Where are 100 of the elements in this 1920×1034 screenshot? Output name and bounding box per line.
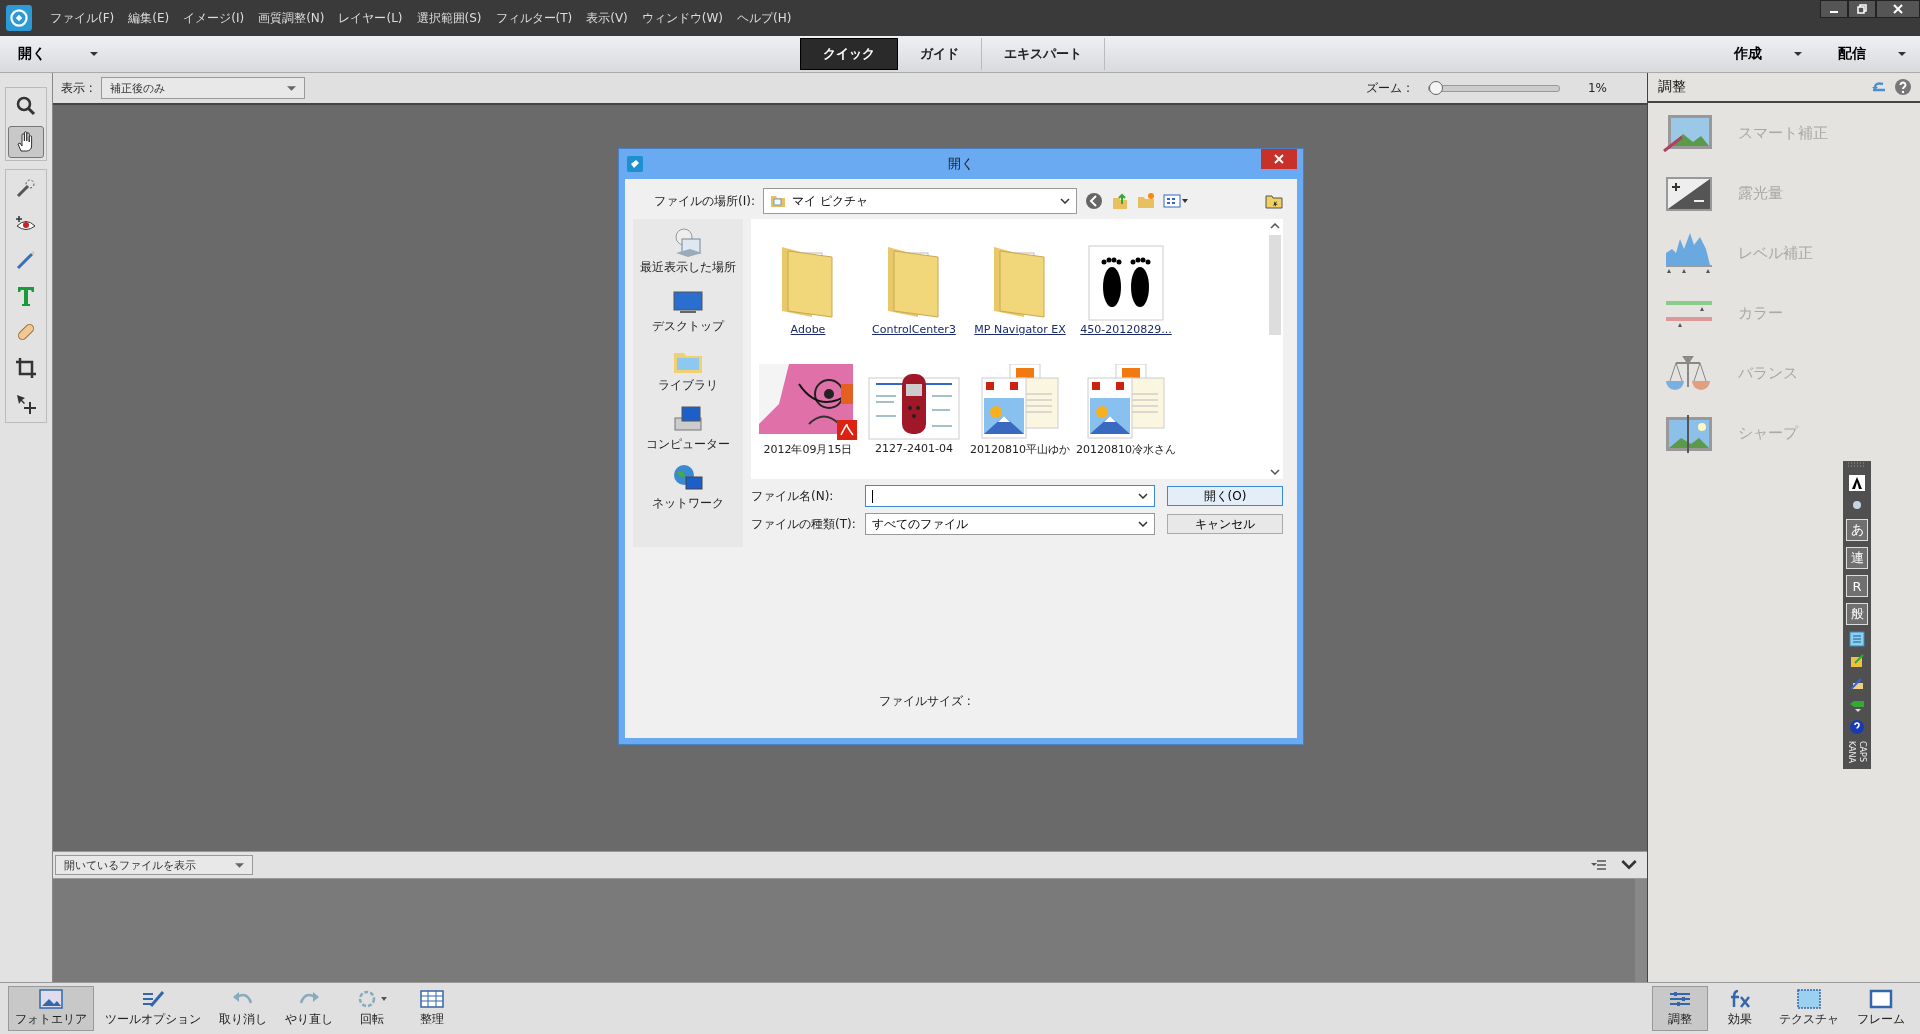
chevron-up-icon[interactable]: [1270, 223, 1280, 229]
menu-item[interactable]: イメージ(I): [183, 9, 245, 27]
file-item[interactable]: 20120810冷水さん: [1073, 344, 1179, 457]
adjustment-label: バランス: [1738, 363, 1798, 383]
effects-button[interactable]: 効果: [1712, 986, 1768, 1031]
file-name: 2127-2401-04: [875, 442, 953, 455]
adjustment-label: スマート補正: [1738, 123, 1828, 143]
wand-icon: [14, 176, 38, 200]
zoom-value: 1%: [1587, 81, 1607, 95]
mode-tab[interactable]: エキスパート: [982, 38, 1105, 70]
place-item[interactable]: コンピューター: [646, 404, 730, 453]
open-button[interactable]: 開く(O): [1167, 486, 1283, 506]
up-folder-icon[interactable]: [1111, 192, 1129, 210]
help-icon[interactable]: [1894, 78, 1912, 96]
crop-icon: [14, 356, 38, 380]
cancel-button[interactable]: キャンセル: [1167, 514, 1283, 534]
place-item[interactable]: 最近表示した場所: [640, 227, 736, 276]
redo-button[interactable]: やり直し: [278, 986, 340, 1031]
chevron-down-icon: [1060, 198, 1070, 204]
filetype-label: ファイルの種類(T):: [751, 515, 857, 533]
sliders-icon: [1667, 989, 1693, 1009]
chevron-down-icon[interactable]: [1270, 469, 1280, 475]
caret-icon[interactable]: [1794, 52, 1802, 56]
note-edit-icon[interactable]: [1849, 653, 1865, 669]
recent-places-icon: [672, 227, 704, 259]
place-item[interactable]: ライブラリ: [658, 345, 718, 394]
caret-icon[interactable]: [1898, 52, 1906, 56]
menu-item[interactable]: ヘルプ(H): [737, 9, 792, 27]
mode-tab[interactable]: ガイド: [898, 38, 982, 70]
minimize-icon: [1830, 11, 1838, 13]
menu-item[interactable]: 選択範囲(S): [416, 9, 482, 27]
file-item[interactable]: 20120810平山ゆか: [967, 344, 1073, 457]
menu-item[interactable]: ウィンドウ(W): [641, 9, 724, 27]
panel-title: 調整: [1658, 78, 1686, 96]
ime-key[interactable]: あ: [1846, 519, 1868, 541]
zoom-slider[interactable]: [1427, 84, 1560, 92]
hand-tool[interactable]: [8, 126, 44, 158]
place-item[interactable]: デスクトップ: [652, 286, 724, 335]
tool-options-button[interactable]: ツールオプション: [98, 986, 208, 1031]
location-dropdown[interactable]: マイ ピクチャ: [763, 188, 1077, 214]
open-button[interactable]: 開く: [14, 43, 50, 65]
file-name: 450-20120829...: [1080, 323, 1172, 336]
place-item[interactable]: ネットワーク: [652, 463, 724, 512]
file-name: 20120810平山ゆか: [970, 442, 1070, 457]
photo-area-button[interactable]: フォトエリア: [8, 986, 94, 1031]
menu-item[interactable]: 表示(V): [586, 9, 628, 27]
frame-icon: [1868, 989, 1894, 1009]
dialog-title: 開く: [948, 155, 974, 173]
list-menu-icon[interactable]: [1591, 859, 1607, 871]
menu-item[interactable]: フィルター(T): [495, 9, 573, 27]
menu-item[interactable]: 編集(E): [128, 9, 170, 27]
minimize-button[interactable]: [1820, 0, 1848, 18]
filetype-dropdown[interactable]: すべてのファイル: [865, 513, 1155, 535]
menu-item[interactable]: レイヤー(L): [338, 9, 403, 27]
rotate-button[interactable]: 回転: [344, 986, 400, 1031]
help-icon[interactable]: [1849, 719, 1865, 735]
file-item[interactable]: ControlCenter3: [861, 225, 967, 336]
file-item[interactable]: Adobe: [755, 225, 861, 336]
brush-icon: [14, 248, 38, 272]
scrollbar[interactable]: [1635, 879, 1647, 982]
view-label: 表示 :: [61, 79, 93, 97]
ime-key[interactable]: 般: [1846, 603, 1868, 625]
menu-item[interactable]: ファイル(F): [50, 9, 115, 27]
filename-field[interactable]: [865, 485, 1155, 507]
file-item[interactable]: MP Navigator EX: [967, 225, 1073, 336]
organize-button[interactable]: 整理: [404, 986, 460, 1031]
pen-icon[interactable]: [1849, 675, 1865, 691]
ime-key[interactable]: R: [1846, 575, 1868, 597]
mode-tab[interactable]: クイック: [800, 38, 898, 70]
file-item[interactable]: 2127-2401-04: [861, 344, 967, 457]
folder-icon[interactable]: [1265, 192, 1283, 210]
frame-button[interactable]: フレーム: [1850, 986, 1912, 1031]
action-button[interactable]: 配信: [1832, 44, 1872, 64]
restore-button[interactable]: [1848, 0, 1876, 18]
caret-icon[interactable]: [90, 52, 98, 56]
view-dropdown[interactable]: 補正後のみ: [100, 77, 305, 99]
chevron-down-icon: [1138, 521, 1148, 527]
ime-mode-label: CAPS: [1858, 741, 1867, 764]
chevron-down-icon[interactable]: [1621, 859, 1637, 871]
file-size-label: ファイルサイズ :: [879, 693, 972, 710]
magnifier-icon: [14, 94, 38, 118]
menu-item[interactable]: 画質調整(N): [258, 9, 325, 27]
pencil-list-icon: [140, 989, 166, 1009]
back-icon[interactable]: [1085, 192, 1103, 210]
file-name: Adobe: [790, 323, 826, 336]
file-item[interactable]: 450-20120829...: [1073, 225, 1179, 336]
view-menu-icon[interactable]: [1163, 192, 1189, 210]
bin-view-dropdown[interactable]: 開いているファイルを表示: [55, 855, 253, 875]
list-icon[interactable]: [1849, 631, 1865, 647]
action-button[interactable]: 作成: [1728, 44, 1768, 64]
ime-logo-icon[interactable]: [1849, 475, 1865, 491]
zoom-label: ズーム :: [1366, 79, 1410, 97]
undo-button[interactable]: 取り消し: [212, 986, 274, 1031]
ime-key[interactable]: 連: [1846, 547, 1868, 569]
texture-button[interactable]: テクスチャ: [1772, 986, 1846, 1031]
close-button[interactable]: [1876, 0, 1920, 18]
file-item[interactable]: 2012年09月15日: [755, 344, 861, 457]
dialog-icon: [627, 156, 643, 172]
adjust-button[interactable]: 調整: [1652, 986, 1708, 1031]
file-name: MP Navigator EX: [974, 323, 1066, 336]
